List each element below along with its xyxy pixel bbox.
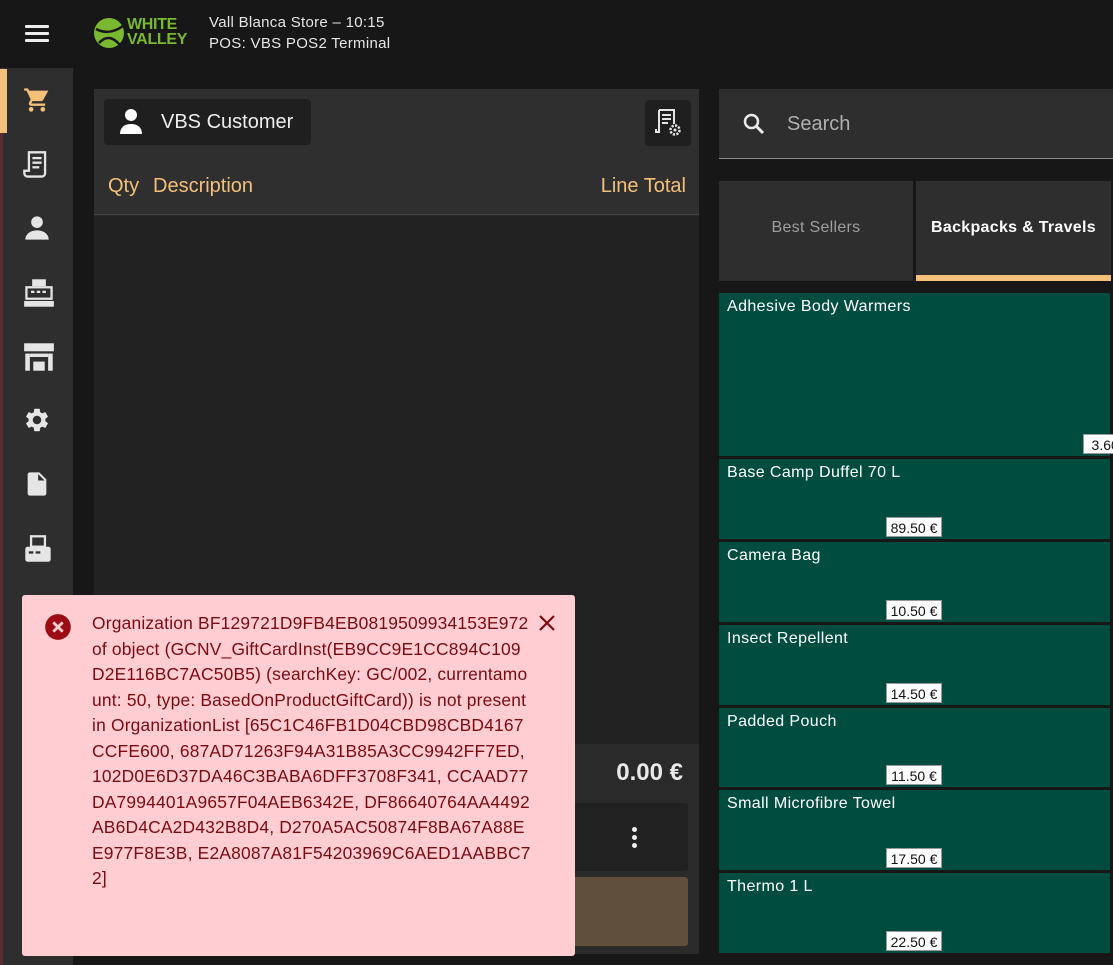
logo-ball-icon xyxy=(94,18,124,48)
cart-icon xyxy=(24,88,49,112)
cash-register-icon xyxy=(24,279,54,307)
product-price: 11.50 € xyxy=(886,765,942,785)
product-name: Small Microfibre Towel xyxy=(727,795,896,812)
product-price: 22.50 € xyxy=(886,931,942,951)
customer-button[interactable]: VBS Customer xyxy=(104,99,311,145)
close-icon[interactable] xyxy=(538,614,556,632)
logo-text: WHITE VALLEY xyxy=(127,16,188,48)
sidebar-item-cart[interactable] xyxy=(0,69,73,133)
tab-label: Backpacks & Travels xyxy=(931,219,1096,236)
product-price: 3.60 € xyxy=(1083,434,1113,454)
column-description: Description xyxy=(153,175,254,197)
product-name: Thermo 1 L xyxy=(727,878,813,895)
pos-app: WHITE VALLEY Vall Blanca Store – 10:15 P… xyxy=(0,0,1113,965)
customer-icon xyxy=(25,216,49,240)
sidebar-item-cash-management[interactable] xyxy=(0,261,73,325)
active-tab-indicator xyxy=(916,275,1111,281)
logo-line-1: WHITE xyxy=(127,16,178,33)
product-name: Camera Bag xyxy=(727,547,821,564)
customer-icon xyxy=(120,109,142,134)
store-icon xyxy=(24,343,54,371)
more-options-button[interactable] xyxy=(581,803,688,871)
logo-line-2: VALLEY xyxy=(127,31,188,48)
sidebar-item-customers[interactable] xyxy=(0,197,73,261)
printer-icon xyxy=(25,535,51,562)
product-name: Padded Pouch xyxy=(727,713,837,730)
product-name: Insect Repellent xyxy=(727,630,849,647)
receipt-icon xyxy=(23,151,47,178)
sidebar-item-documents[interactable] xyxy=(0,453,73,517)
sidebar-item-receipts[interactable] xyxy=(0,133,73,197)
ticket-header: VBS Customer xyxy=(94,89,699,155)
ticket-columns-header: Qty Description Line Total xyxy=(94,155,699,215)
error-message: Organization BF129721D9FB4EB081950993415… xyxy=(92,613,531,888)
error-notification: Organization BF129721D9FB4EB081950993415… xyxy=(22,595,575,956)
tab-backpacks-travels[interactable]: Backpacks & Travels xyxy=(916,181,1111,281)
receipt-properties-button[interactable] xyxy=(645,100,691,146)
product-name: Base Camp Duffel 70 L xyxy=(727,464,901,481)
white-valley-logo: WHITE VALLEY xyxy=(93,16,193,52)
document-icon xyxy=(27,472,47,496)
column-qty: Qty xyxy=(108,175,140,197)
sidebar-item-store[interactable] xyxy=(0,325,73,389)
tab-label: Best Sellers xyxy=(771,219,861,236)
receipt-settings-icon xyxy=(655,109,681,136)
terminal-name: POS: VBS POS2 Terminal xyxy=(209,35,391,52)
product-price: 89.50 € xyxy=(886,517,942,537)
customer-name: VBS Customer xyxy=(161,111,294,133)
product-tile[interactable]: Thermo 1 L 22.50 € xyxy=(719,873,1110,953)
product-name: Adhesive Body Warmers xyxy=(727,298,911,315)
product-price: 10.50 € xyxy=(886,600,942,620)
product-tile[interactable]: Insect Repellent 14.50 € xyxy=(719,625,1110,705)
store-info: Vall Blanca Store – 10:15 POS: VBS POS2 … xyxy=(209,12,390,54)
product-price: 17.50 € xyxy=(886,848,942,868)
error-icon xyxy=(45,614,71,640)
product-tile[interactable]: Camera Bag 10.50 € xyxy=(719,542,1110,622)
product-price: 14.50 € xyxy=(886,683,942,703)
search-bar xyxy=(719,89,1113,159)
product-tile[interactable]: Small Microfibre Towel 17.50 € xyxy=(719,790,1110,870)
sidebar-item-settings[interactable] xyxy=(0,389,73,453)
ticket-total: 0.00 € xyxy=(616,759,683,786)
product-tile[interactable]: Adhesive Body Warmers 3.60 € xyxy=(719,293,1113,456)
gear-icon xyxy=(26,408,48,432)
column-line-total: Line Total xyxy=(600,175,686,197)
tab-best-sellers[interactable]: Best Sellers xyxy=(719,181,913,281)
search-input[interactable] xyxy=(787,107,1097,141)
search-icon xyxy=(743,113,765,135)
hamburger-menu-icon[interactable] xyxy=(22,20,52,46)
product-tile[interactable]: Base Camp Duffel 70 L 89.50 € xyxy=(719,459,1110,539)
store-name-time: Vall Blanca Store – 10:15 xyxy=(209,14,385,31)
sidebar-item-printer[interactable] xyxy=(0,517,73,581)
top-bar: WHITE VALLEY Vall Blanca Store – 10:15 P… xyxy=(0,0,1113,68)
product-tile[interactable]: Padded Pouch 11.50 € xyxy=(719,708,1110,787)
category-tabs: Best Sellers Backpacks & Travels xyxy=(719,181,1113,281)
